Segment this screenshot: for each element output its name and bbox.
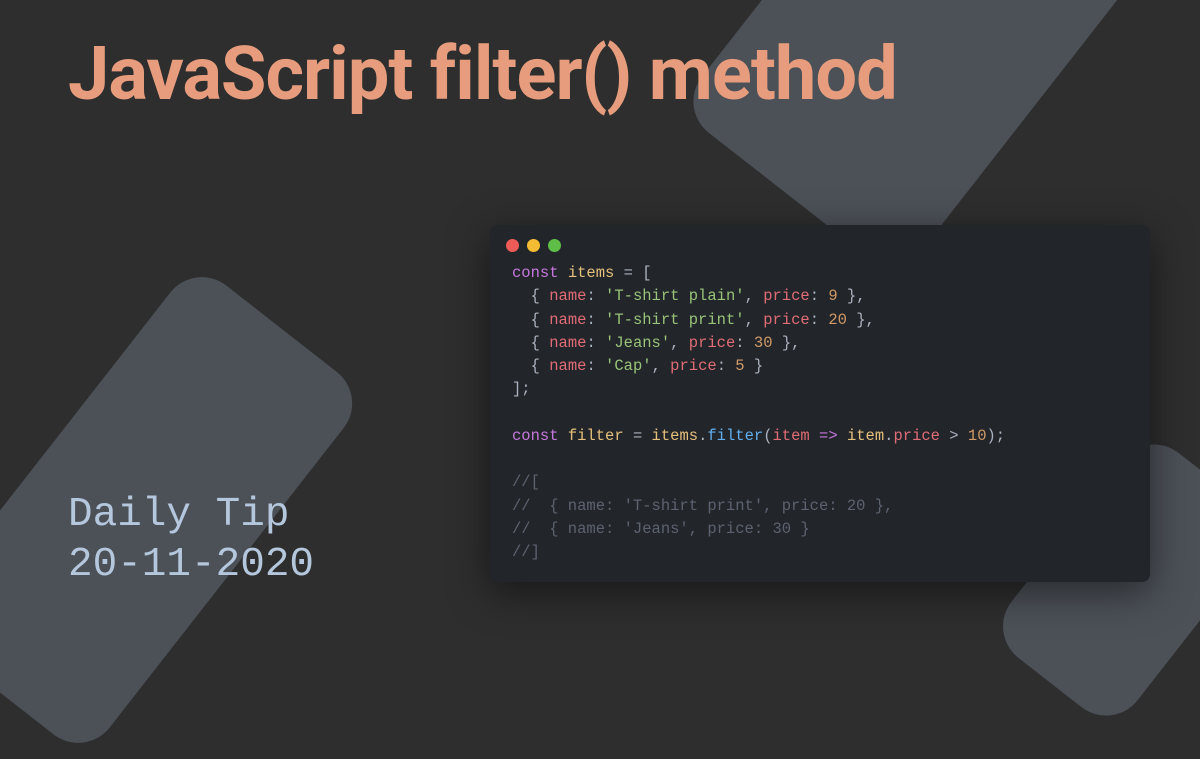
keyword: const — [512, 427, 559, 445]
variable: items — [652, 427, 699, 445]
punct: = — [624, 427, 652, 445]
punct: : — [810, 311, 829, 329]
punct: }, — [773, 334, 801, 352]
string: 'T-shirt print' — [605, 311, 745, 329]
punct: , — [670, 334, 689, 352]
variable: filter — [568, 427, 624, 445]
prop: price — [689, 334, 736, 352]
code-window: const items = [ { name: 'T-shirt plain',… — [490, 225, 1150, 582]
param: item — [773, 427, 810, 445]
string: 'T-shirt plain' — [605, 287, 745, 305]
page-title: JavaScript filter() method — [68, 32, 897, 117]
punct: : — [586, 334, 605, 352]
number: 5 — [735, 357, 744, 375]
comment: // { name: 'Jeans', price: 30 } — [512, 520, 810, 538]
comment: // { name: 'T-shirt print', price: 20 }, — [512, 497, 893, 515]
punct: , — [745, 287, 764, 305]
punct: : — [735, 334, 754, 352]
arrow: => — [810, 427, 847, 445]
prop: name — [549, 334, 586, 352]
prop: name — [549, 357, 586, 375]
punct: }, — [847, 311, 875, 329]
punct: : — [586, 287, 605, 305]
punct: { — [512, 311, 549, 329]
punct: : — [586, 311, 605, 329]
number: 10 — [968, 427, 987, 445]
prop: name — [549, 287, 586, 305]
subtitle-date: 20-11-2020 — [68, 540, 314, 590]
punct: : — [810, 287, 829, 305]
punct: { — [512, 357, 549, 375]
subtitle: Daily Tip 20-11-2020 — [68, 490, 314, 590]
punct: : — [586, 357, 605, 375]
prop: price — [670, 357, 717, 375]
comment: //[ — [512, 473, 540, 491]
number: 9 — [828, 287, 837, 305]
string: 'Jeans' — [605, 334, 670, 352]
variable: items — [568, 264, 615, 282]
punct: , — [745, 311, 764, 329]
operator: > — [940, 427, 968, 445]
window-controls — [490, 237, 1150, 262]
close-icon — [506, 239, 519, 252]
punct: { — [512, 334, 549, 352]
punct: ); — [987, 427, 1006, 445]
string: 'Cap' — [605, 357, 652, 375]
subtitle-label: Daily Tip — [68, 490, 314, 540]
punct: . — [698, 427, 707, 445]
code-block: const items = [ { name: 'T-shirt plain',… — [490, 262, 1150, 564]
prop: price — [763, 287, 810, 305]
prop: price — [763, 311, 810, 329]
maximize-icon — [548, 239, 561, 252]
punct: ]; — [512, 380, 531, 398]
function: filter — [707, 427, 763, 445]
number: 20 — [828, 311, 847, 329]
punct: }, — [838, 287, 866, 305]
punct: = [ — [614, 264, 651, 282]
prop: price — [893, 427, 940, 445]
comment: //] — [512, 543, 540, 561]
punct: ( — [763, 427, 772, 445]
punct: } — [745, 357, 764, 375]
variable: item — [847, 427, 884, 445]
punct: : — [717, 357, 736, 375]
prop: name — [549, 311, 586, 329]
minimize-icon — [527, 239, 540, 252]
keyword: const — [512, 264, 559, 282]
punct: { — [512, 287, 549, 305]
punct: , — [652, 357, 671, 375]
number: 30 — [754, 334, 773, 352]
